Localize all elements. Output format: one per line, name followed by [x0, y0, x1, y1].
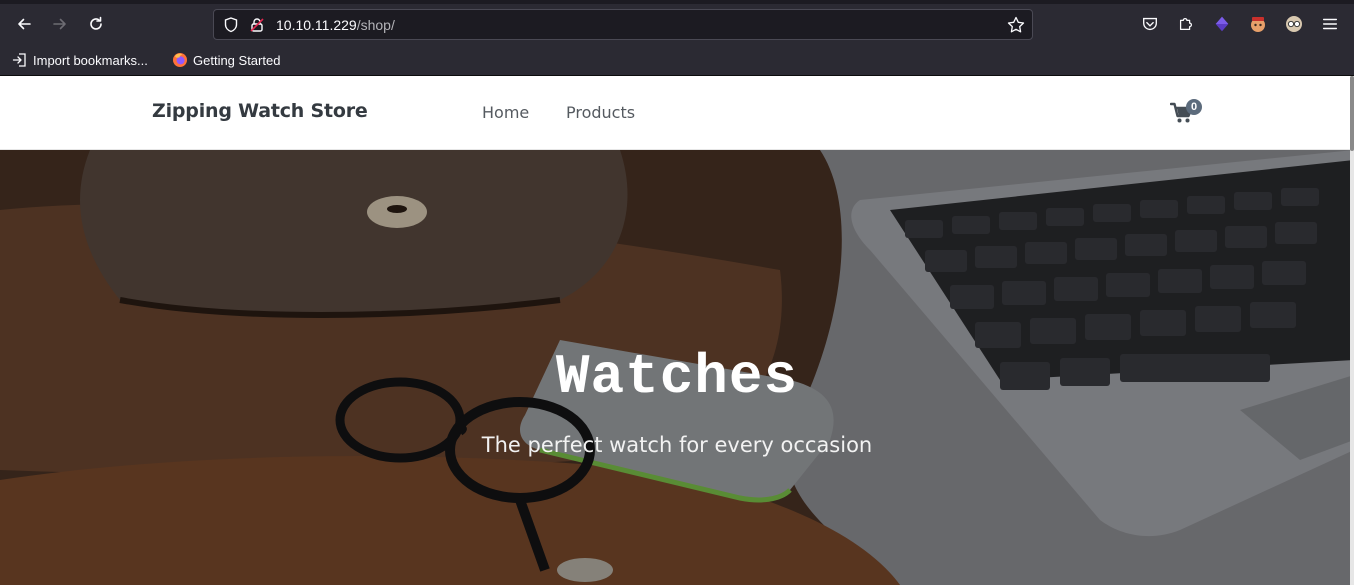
- forward-arrow-icon: [53, 18, 66, 30]
- page-scrollbar[interactable]: [1350, 76, 1354, 585]
- back-arrow-icon: [18, 18, 31, 30]
- extension-avatar-button[interactable]: [1248, 14, 1268, 34]
- pocket-button[interactable]: [1140, 14, 1160, 34]
- cart-button[interactable]: 0: [1170, 99, 1204, 126]
- puzzle-icon: [1179, 17, 1193, 31]
- url-host: 10.10.11.229: [276, 17, 357, 33]
- extension-glasses-button[interactable]: [1284, 14, 1304, 34]
- pocket-icon: [1143, 17, 1157, 31]
- nav-link-home[interactable]: Home: [482, 103, 529, 122]
- bookmark-getting-started[interactable]: Getting Started: [172, 51, 280, 69]
- hero-banner: Watches The perfect watch for every occa…: [0, 150, 1354, 585]
- reload-icon: [90, 16, 102, 30]
- glasses-extension-icon: [1286, 16, 1302, 32]
- bookmark-star-icon[interactable]: [1006, 15, 1026, 35]
- bookmarks-toolbar: Import bookmarks... Getting Started: [0, 44, 1354, 76]
- bookmark-getting-started-label: Getting Started: [193, 52, 281, 68]
- import-icon: [12, 53, 26, 67]
- address-bar[interactable]: 10.10.11.229/shop/: [213, 9, 1033, 40]
- insecure-lock-icon[interactable]: [248, 16, 266, 34]
- cart-count-badge: 0: [1186, 99, 1202, 115]
- browser-toolbar: 10.10.11.229/shop/: [0, 4, 1354, 44]
- nav-link-products[interactable]: Products: [566, 103, 635, 122]
- hero-subtitle: The perfect watch for every occasion: [481, 433, 873, 457]
- tracking-shield-icon[interactable]: [222, 16, 240, 34]
- url-path: /shop/: [356, 17, 395, 33]
- forward-button[interactable]: [46, 10, 74, 38]
- bookmark-import[interactable]: Import bookmarks...: [12, 51, 148, 69]
- reload-button[interactable]: [82, 10, 110, 38]
- extension-purple-button[interactable]: [1212, 14, 1232, 34]
- hero-title: Watches: [555, 345, 799, 409]
- hamburger-menu-icon: [1322, 18, 1338, 30]
- site-brand[interactable]: Zipping Watch Store: [152, 100, 368, 122]
- app-menu-button[interactable]: [1320, 14, 1340, 34]
- extensions-button[interactable]: [1176, 14, 1196, 34]
- character-extension-icon: [1251, 17, 1265, 32]
- firefox-icon: [173, 53, 187, 67]
- site-navbar: Zipping Watch Store Home Products 0: [0, 76, 1350, 150]
- back-button[interactable]: [10, 10, 38, 38]
- scrollbar-thumb[interactable]: [1350, 76, 1354, 151]
- web-page: Zipping Watch Store Home Products 0 Watc…: [0, 76, 1354, 585]
- url-text[interactable]: 10.10.11.229/shop/: [276, 17, 395, 33]
- diamond-extension-icon: [1215, 16, 1229, 32]
- bookmark-import-label: Import bookmarks...: [33, 52, 148, 68]
